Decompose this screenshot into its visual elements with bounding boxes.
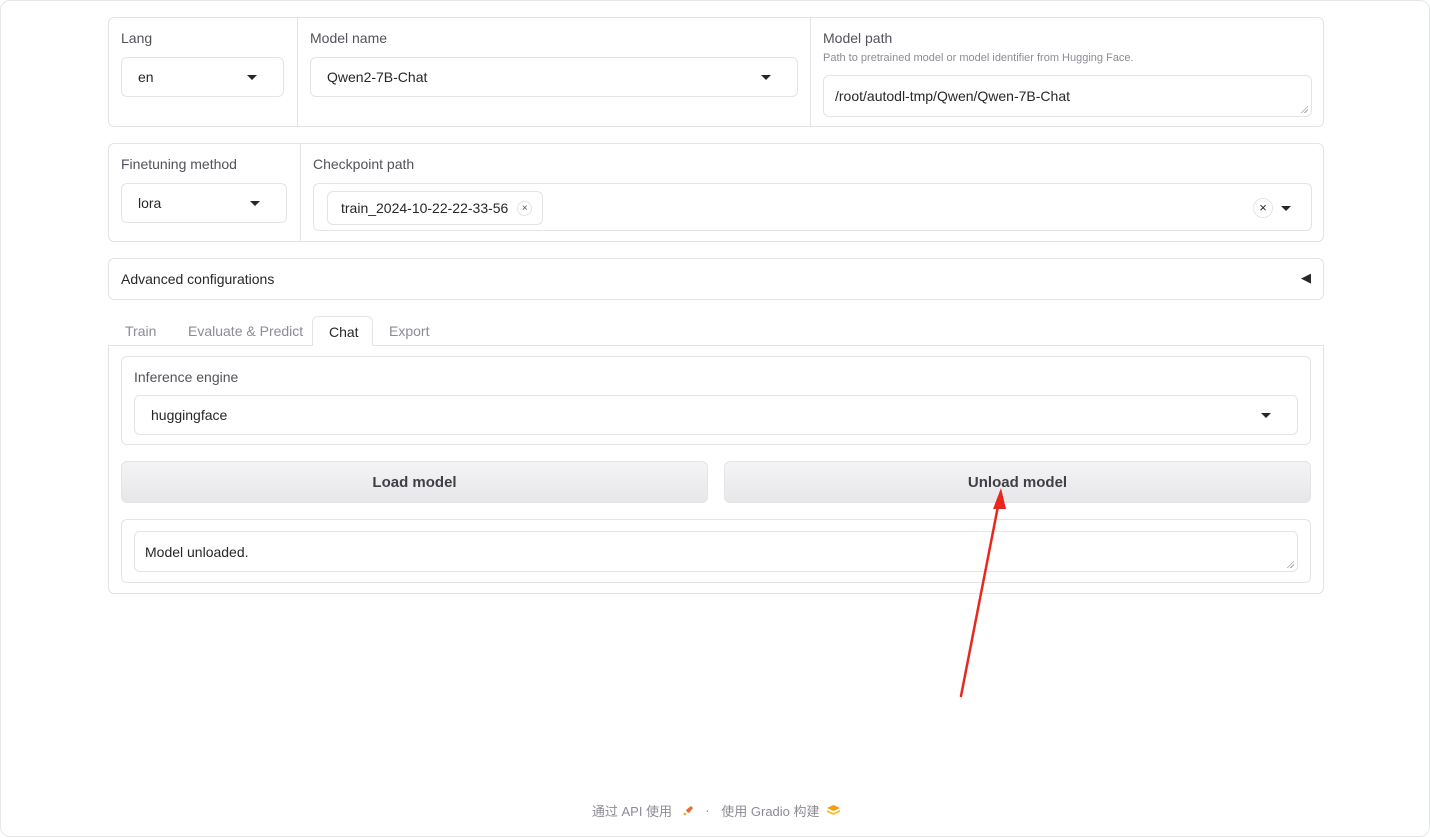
footer-separator: ·: [705, 803, 710, 818]
gradio-logo-icon: [827, 804, 841, 817]
chevron-down-icon[interactable]: [1281, 206, 1291, 211]
inference-engine-label: Inference engine: [134, 369, 239, 385]
built-with-gradio-link[interactable]: 使用 Gradio 构建: [721, 804, 819, 819]
model-name-label: Model name: [310, 30, 388, 46]
tab-chat[interactable]: Chat: [312, 316, 373, 346]
status-text: Model unloaded.: [145, 543, 249, 560]
finetune-row: Finetuning method lora Checkpoint path t…: [108, 143, 1324, 242]
checkpoint-multiselect[interactable]: train_2024-10-22-22-33-56 × ×: [313, 183, 1312, 231]
lang-dropdown[interactable]: en: [121, 57, 284, 97]
model-path-value: /root/autodl-tmp/Qwen/Qwen-7B-Chat: [835, 88, 1070, 104]
finetune-value: lora: [138, 195, 162, 211]
tab-train[interactable]: Train: [109, 316, 172, 346]
inference-engine-value: huggingface: [151, 407, 228, 423]
chevron-down-icon: [247, 75, 257, 80]
advanced-configurations-accordion[interactable]: Advanced configurations ◀: [108, 258, 1324, 300]
unload-model-button[interactable]: Unload model: [724, 461, 1311, 503]
rocket-icon: [682, 805, 694, 817]
model-path-textarea[interactable]: /root/autodl-tmp/Qwen/Qwen-7B-Chat: [823, 75, 1312, 117]
finetune-cell: Finetuning method lora: [109, 144, 300, 241]
model-name-value: Qwen2-7B-Chat: [327, 69, 428, 85]
clear-all-icon[interactable]: ×: [1253, 198, 1273, 218]
finetune-dropdown[interactable]: lora: [121, 183, 287, 223]
lang-cell: Lang en: [109, 18, 297, 126]
inference-engine-group: Inference engine huggingface: [121, 356, 1311, 445]
resize-handle-icon[interactable]: [1286, 560, 1294, 568]
lang-value: en: [138, 69, 154, 85]
tab-evaluate-predict[interactable]: Evaluate & Predict: [172, 316, 319, 346]
top-settings-row: Lang en Model name Qwen2-7B-Chat Model p…: [108, 17, 1324, 127]
model-path-label: Model path: [823, 30, 893, 46]
chevron-down-icon: [250, 201, 260, 206]
use-via-api-link[interactable]: 通过 API 使用: [592, 804, 672, 819]
tab-export[interactable]: Export: [373, 316, 445, 346]
chevron-down-icon: [1261, 413, 1271, 418]
finetune-label: Finetuning method: [121, 156, 237, 172]
collapse-toggle-icon[interactable]: ◀: [1301, 270, 1311, 286]
model-name-cell: Model name Qwen2-7B-Chat: [297, 18, 810, 126]
advanced-configurations-label: Advanced configurations: [121, 271, 275, 287]
checkpoint-cell: Checkpoint path train_2024-10-22-22-33-5…: [300, 144, 1323, 241]
status-textbox[interactable]: Model unloaded.: [134, 531, 1298, 572]
checkpoint-label: Checkpoint path: [313, 156, 415, 172]
chevron-down-icon: [761, 75, 771, 80]
app-window: Lang en Model name Qwen2-7B-Chat Model p…: [0, 0, 1430, 837]
inference-engine-dropdown[interactable]: huggingface: [134, 395, 1298, 435]
checkpoint-token: train_2024-10-22-22-33-56 ×: [327, 191, 544, 225]
resize-handle-icon[interactable]: [1300, 105, 1308, 113]
model-path-cell: Model path Path to pretrained model or m…: [810, 18, 1323, 126]
model-name-dropdown[interactable]: Qwen2-7B-Chat: [310, 57, 798, 97]
load-model-button[interactable]: Load model: [121, 461, 708, 503]
checkpoint-token-label: train_2024-10-22-22-33-56: [341, 200, 509, 216]
status-group: Model unloaded.: [121, 519, 1311, 583]
lang-label: Lang: [121, 30, 153, 46]
model-path-hint: Path to pretrained model or model identi…: [823, 52, 1134, 64]
remove-token-icon[interactable]: ×: [517, 200, 533, 216]
footer: 通过 API 使用 · 使用 Gradio 构建: [1, 801, 1430, 820]
